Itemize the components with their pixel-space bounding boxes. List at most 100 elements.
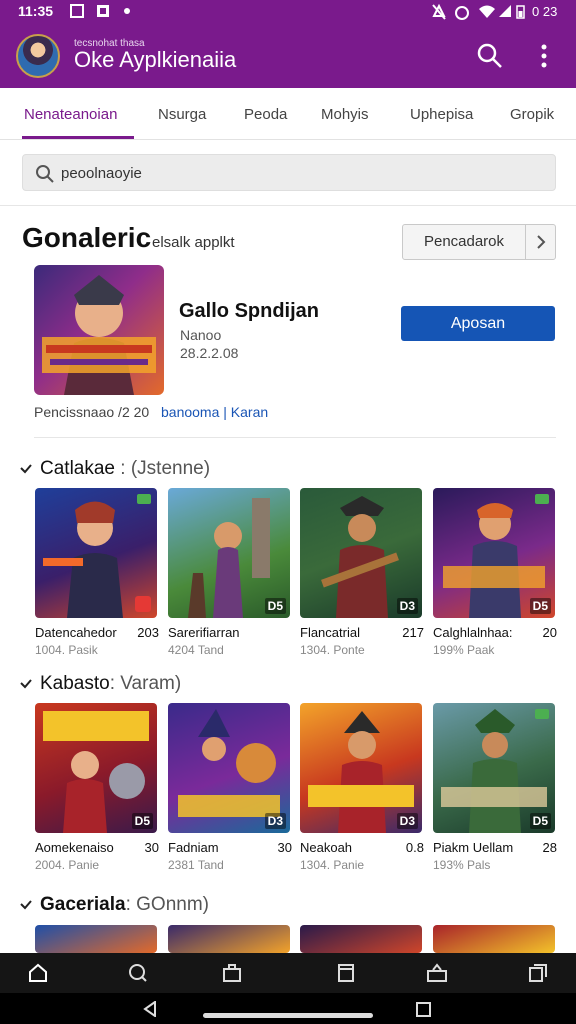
- avatar[interactable]: [16, 34, 60, 78]
- game-tile[interactable]: D3: [300, 703, 422, 833]
- featured-link[interactable]: banooma | Karan: [161, 404, 268, 420]
- briefcase-icon[interactable]: [222, 963, 242, 983]
- tile-badge: D5: [131, 813, 153, 829]
- category-sub: : GOnnm): [125, 894, 209, 915]
- tile-badge: D5: [529, 813, 551, 829]
- divider: [34, 437, 556, 438]
- status-bar: 11:35 0 23: [0, 0, 576, 24]
- search-icon[interactable]: [128, 963, 148, 983]
- game-meta: 2004. Panie: [35, 858, 100, 872]
- status-time: 11:35: [18, 3, 54, 19]
- game-meta: 1304. Ponte: [300, 643, 365, 657]
- tile-badge: D3: [264, 813, 286, 829]
- search-icon[interactable]: [476, 42, 504, 70]
- category-sub: : Varam): [109, 673, 182, 694]
- badge: [535, 709, 549, 719]
- mute-icon: [432, 4, 446, 20]
- tile-badge: D5: [264, 598, 286, 614]
- signal-icon: [499, 5, 511, 17]
- category-header[interactable]: Kabasto: Varam): [20, 673, 181, 695]
- search-input[interactable]: [61, 161, 541, 185]
- tab-indicator: [22, 136, 134, 139]
- tab-3[interactable]: Mohyis: [321, 106, 369, 123]
- app-bar: tecsnohat thasa Oke Ayplkienaiia: [0, 24, 576, 88]
- share-icon[interactable]: [426, 963, 448, 983]
- tile-badge: D3: [396, 813, 418, 829]
- game-tile[interactable]: D5: [35, 703, 157, 833]
- recents-icon[interactable]: [416, 1002, 431, 1017]
- game-tile[interactable]: [35, 488, 157, 618]
- game-tile[interactable]: D3: [168, 703, 290, 833]
- tab-1[interactable]: Nsurga: [158, 106, 206, 123]
- chevron-down-icon: [20, 900, 32, 910]
- game-tile[interactable]: [35, 925, 157, 953]
- game-meta: 4204 Tand: [168, 643, 224, 657]
- game-meta: 1004. Pasik: [35, 643, 98, 657]
- game-title[interactable]: Sarerifiarran: [168, 625, 292, 640]
- game-title[interactable]: Fadniam 30: [168, 840, 292, 855]
- tile-badge: D5: [529, 598, 551, 614]
- battery-icon: [516, 5, 525, 19]
- featured-date: 28.2.2.08: [180, 345, 239, 361]
- more-vert-icon[interactable]: [532, 42, 556, 70]
- game-title[interactable]: Datencahedor 203: [35, 625, 159, 640]
- game-meta: 193% Pals: [433, 858, 491, 872]
- copy-icon[interactable]: [528, 963, 548, 983]
- notification-dot-icon: [124, 8, 130, 14]
- search-icon: [36, 165, 54, 183]
- app-title: Oke Ayplkienaiia: [74, 47, 237, 72]
- tab-4[interactable]: Uphepisa: [410, 106, 473, 123]
- tab-5[interactable]: Gropik: [510, 106, 554, 123]
- featured-game-name: Gallo Spndijan: [179, 300, 320, 322]
- game-tile[interactable]: D5: [168, 488, 290, 618]
- section-subtitle: elsalk applkt: [152, 234, 235, 251]
- hero-art: [42, 275, 156, 395]
- chevron-right-icon: [537, 235, 546, 249]
- game-tile[interactable]: [168, 925, 290, 953]
- bottom-nav: [0, 953, 576, 993]
- featured-developer: Nanoo: [180, 327, 222, 343]
- chevron-down-icon: [20, 679, 32, 689]
- home-pill[interactable]: [203, 1013, 373, 1018]
- tablet-icon[interactable]: [336, 963, 356, 983]
- tab-2[interactable]: Peoda: [244, 106, 287, 123]
- section-title: Gonaleric: [22, 222, 152, 253]
- game-title[interactable]: Calghlalnhaa: 20: [433, 625, 557, 640]
- category-header[interactable]: Catlakae : (Jstenne): [20, 458, 210, 480]
- game-title[interactable]: Flancatrial 217: [300, 625, 424, 640]
- game-meta: 199% Paak: [433, 643, 495, 657]
- install-button[interactable]: Aposan: [401, 306, 555, 341]
- category-name: Gaceriala: [40, 894, 126, 915]
- category-name: Kabasto: [40, 673, 110, 694]
- game-tile[interactable]: D5: [433, 703, 555, 833]
- alarm-icon: [455, 6, 469, 20]
- sort-next-button[interactable]: [525, 224, 556, 260]
- chevron-down-icon: [20, 464, 32, 474]
- back-icon[interactable]: [142, 1001, 158, 1017]
- game-meta: 2381 Tand: [168, 858, 224, 872]
- featured-game-image[interactable]: [34, 265, 164, 395]
- home-icon[interactable]: [28, 963, 48, 983]
- game-tile[interactable]: [300, 925, 422, 953]
- game-title[interactable]: Aomekenaiso 30: [35, 840, 159, 855]
- divider: [0, 205, 576, 206]
- battery-percent: 0 23: [532, 4, 558, 19]
- game-title[interactable]: Piakm Uellam 28: [433, 840, 557, 855]
- category-header[interactable]: Gaceriala: GOnnm): [20, 894, 209, 916]
- game-meta: 1304. Panie: [300, 858, 365, 872]
- category-name: Catlakae: [40, 458, 115, 479]
- game-tile[interactable]: D3: [300, 488, 422, 618]
- game-tile[interactable]: D5: [433, 488, 555, 618]
- search-bar[interactable]: [22, 154, 556, 191]
- sort-button[interactable]: Pencadarok: [402, 224, 526, 260]
- wifi-icon: [479, 5, 495, 18]
- game-tile[interactable]: [433, 925, 555, 953]
- badge: [535, 494, 549, 504]
- featured-meta: Pencissnaao /2 20: [34, 404, 150, 420]
- game-title[interactable]: Neakoah 0.8: [300, 840, 424, 855]
- tab-0[interactable]: Nenateanoian: [24, 106, 117, 123]
- system-nav: [0, 993, 576, 1024]
- badge: [135, 596, 151, 612]
- photo-icon: [97, 5, 109, 17]
- tile-badge: D3: [396, 598, 418, 614]
